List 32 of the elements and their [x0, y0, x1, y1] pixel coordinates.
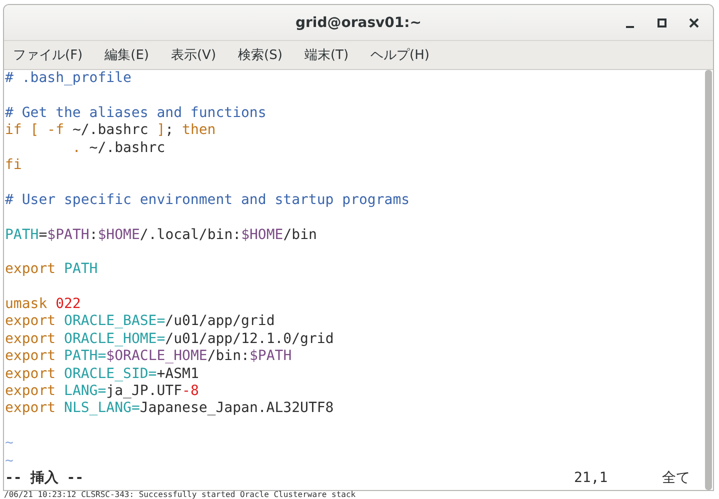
scroll-indicator: 全て [662, 470, 690, 487]
menu-item[interactable]: 端末(T) [304, 46, 349, 64]
scrollbar[interactable] [705, 70, 712, 490]
menu-item[interactable]: 表示(V) [170, 46, 216, 64]
terminal-output-line: /06/21 10:23:12 CLSRSC-343: Successfully started Oracle Clusterware stack [4, 490, 356, 499]
window-title: grid@orasv01:~ [296, 14, 422, 30]
code-line: export NLS_LANG=Japanese_Japan.AL32UTF8 [5, 400, 335, 418]
empty-line-marker: ~ [5, 452, 14, 469]
mode-indicator: -- 挿入 -- [5, 470, 84, 487]
code-line: export PATH [5, 261, 99, 279]
menu-item[interactable]: 検索(S) [238, 46, 282, 64]
code-line: export ORACLE_BASE=/u01/app/grid [5, 313, 276, 331]
code-line: # User specific environment and startup programs [5, 192, 411, 210]
code-line: export ORACLE_SID=+ASM1 [5, 366, 200, 384]
cursor-position: 21,1 [574, 470, 609, 487]
code-line: export PATH=$ORACLE_HOME/bin:$PATH [5, 348, 293, 366]
code-line: PATH=$PATH:$HOME/.local/bin:$HOME/bin [5, 226, 318, 244]
code-line: fi [5, 156, 23, 174]
menu-item[interactable]: ヘルプ(H) [370, 46, 430, 64]
code-line: if [ -f ~/.bashrc ]; then [5, 122, 217, 140]
menu-item[interactable]: ファイル(F) [13, 46, 83, 64]
code-line: export LANG=ja_JP.UTF-8 [5, 383, 200, 400]
maximize-icon [657, 18, 667, 28]
code-line: # Get the aliases and functions [5, 104, 268, 122]
code-line: # .bash_profile [5, 70, 132, 88]
code-line: umask 022 [5, 296, 82, 314]
code-line: . ~/.bashrc [71, 140, 166, 157]
code-line: export ORACLE_HOME=/u01/app/12.1.0/grid [5, 330, 335, 348]
minimize-icon [626, 26, 634, 28]
close-icon [689, 18, 699, 28]
empty-line-marker: ~ [5, 435, 14, 452]
menu-item[interactable]: 編集(E) [104, 46, 149, 64]
